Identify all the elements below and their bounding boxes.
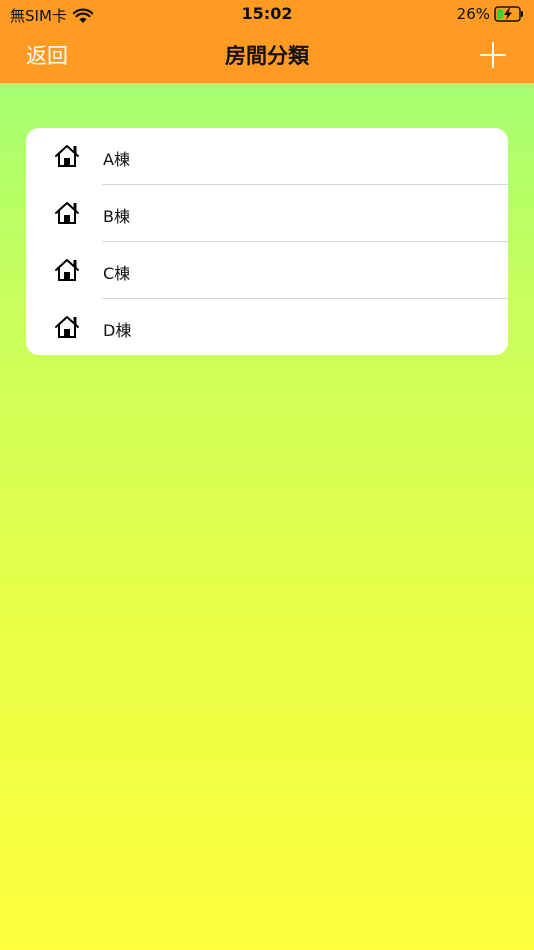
page-title: 房間分類	[225, 44, 309, 68]
house-icon	[55, 316, 79, 338]
clock: 15:02	[241, 4, 293, 23]
room-label: D棟	[103, 321, 132, 340]
room-label: A棟	[103, 150, 130, 169]
house-icon	[55, 259, 79, 281]
room-item-b[interactable]: B棟	[26, 185, 508, 242]
room-item-c[interactable]: C棟	[26, 242, 508, 299]
battery-percent: 26%	[456, 5, 490, 23]
room-item-d[interactable]: D棟	[26, 299, 508, 355]
navigation-bar: 返回 房間分類	[0, 30, 534, 80]
house-icon	[55, 145, 79, 167]
room-label: B棟	[103, 207, 130, 226]
add-room-button[interactable]	[480, 42, 506, 68]
header: 無SIM卡 15:02 26% 返回 房間分類	[0, 0, 534, 83]
house-icon	[55, 202, 79, 224]
room-label: C棟	[103, 264, 131, 283]
room-item-a[interactable]: A棟	[26, 128, 508, 185]
status-bar: 無SIM卡 15:02 26%	[0, 0, 534, 28]
room-category-list: A棟 B棟 C棟 D棟	[26, 128, 508, 355]
battery-status: 26%	[457, 5, 524, 23]
battery-charging-icon	[494, 6, 523, 22]
